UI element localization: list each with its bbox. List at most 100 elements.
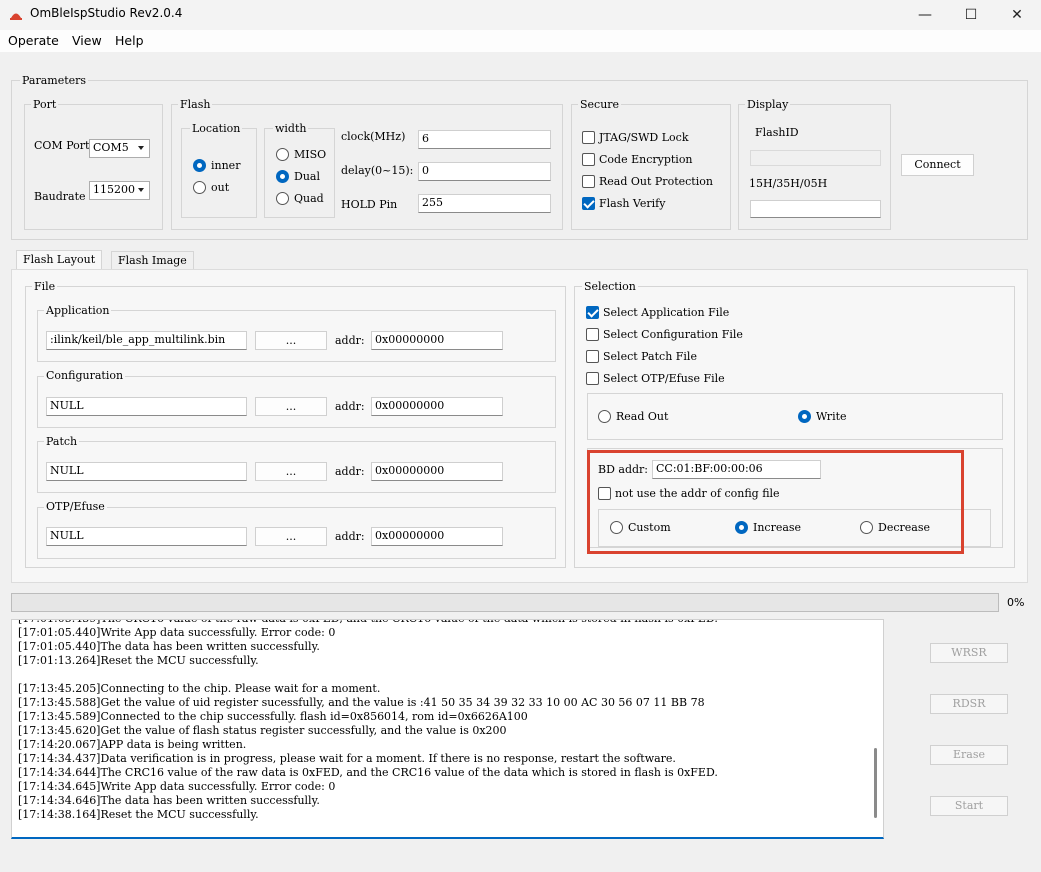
log-line: [17:14:34.644]The CRC16 value of the raw… xyxy=(18,766,718,779)
select-application-label: Select Application File xyxy=(603,306,730,319)
read-out-label: Read Out xyxy=(616,410,669,423)
otp-efuse-addr-label: addr: xyxy=(335,530,365,543)
delay-input[interactable]: 0 xyxy=(418,162,551,181)
patch-browse-button[interactable]: ... xyxy=(255,462,327,481)
secure-group xyxy=(571,104,731,230)
log-line: [17:01:05.440]Write App data successfull… xyxy=(18,626,336,639)
log-line: [17:14:20.067]APP data is being written. xyxy=(18,738,247,751)
wrsr-button[interactable]: WRSR xyxy=(930,643,1008,663)
code-encryption-checkbox[interactable] xyxy=(582,153,595,166)
selection-label: Selection xyxy=(582,280,638,293)
write-radio[interactable] xyxy=(798,410,811,423)
clock-label: clock(MHz) xyxy=(341,130,406,143)
jtag-lock-label: JTAG/SWD Lock xyxy=(599,131,689,144)
otp-efuse-path-input[interactable]: NULL xyxy=(46,527,247,546)
hold-pin-input[interactable]: 255 xyxy=(418,194,551,213)
flash-verify-label: Flash Verify xyxy=(599,197,666,210)
read-out-protection-label: Read Out Protection xyxy=(599,175,713,188)
menu-operate[interactable]: Operate xyxy=(8,33,59,48)
progress-label: 0% xyxy=(1007,596,1025,609)
location-inner-radio[interactable] xyxy=(193,159,206,172)
flash-verify-checkbox[interactable] xyxy=(582,197,595,210)
application-addr-input[interactable]: 0x00000000 xyxy=(371,331,503,350)
application-addr-label: addr: xyxy=(335,334,365,347)
baudrate-select[interactable]: 115200 xyxy=(89,181,150,200)
tab-flash-image[interactable]: Flash Image xyxy=(111,251,194,271)
highlight-box xyxy=(587,450,964,554)
select-otp-efuse-label: Select OTP/Efuse File xyxy=(603,372,725,385)
width-quad-radio[interactable] xyxy=(276,192,289,205)
select-configuration-label: Select Configuration File xyxy=(603,328,743,341)
application-browse-button[interactable]: ... xyxy=(255,331,327,350)
log-line-clipped: [17:01:05.439]The CRC16 value of the raw… xyxy=(18,620,718,626)
com-port-select[interactable]: COM5 xyxy=(89,139,150,158)
patch-addr-input[interactable]: 0x00000000 xyxy=(371,462,503,481)
location-out-label: out xyxy=(211,181,230,194)
configuration-addr-input[interactable]: 0x00000000 xyxy=(371,397,503,416)
select-otp-efuse-checkbox[interactable] xyxy=(586,372,599,385)
tab-flash-layout[interactable]: Flash Layout xyxy=(16,250,103,270)
log-line: [17:13:45.589]Connected to the chip succ… xyxy=(18,710,528,723)
maximize-button[interactable]: ☐ xyxy=(948,0,994,30)
configuration-addr-label: addr: xyxy=(335,400,365,413)
configuration-path-input[interactable]: NULL xyxy=(46,397,247,416)
log-line: [17:14:34.646]The data has been written … xyxy=(18,794,320,807)
id-register-label: 15H/35H/05H xyxy=(749,177,828,190)
application-label: Application xyxy=(44,304,112,317)
delay-label: delay(0~15): xyxy=(341,164,414,177)
location-inner-label: inner xyxy=(211,159,241,172)
app-logo-icon xyxy=(10,13,22,20)
chevron-down-icon xyxy=(138,146,144,150)
display-label: Display xyxy=(745,98,791,111)
port-group xyxy=(24,104,163,230)
connect-button[interactable]: Connect xyxy=(901,154,974,176)
baudrate-label: Baudrate xyxy=(34,190,86,203)
port-label: Port xyxy=(31,98,59,111)
menu-help[interactable]: Help xyxy=(115,33,144,48)
width-dual-radio[interactable] xyxy=(276,170,289,183)
window-title: OmBleIspStudio Rev2.0.4 xyxy=(30,6,183,20)
otp-efuse-label: OTP/Efuse xyxy=(44,500,107,513)
flash-label: Flash xyxy=(178,98,213,111)
width-quad-label: Quad xyxy=(294,192,324,205)
log-line: [17:13:45.588]Get the value of uid regis… xyxy=(18,696,705,709)
log-scrollbar-thumb[interactable] xyxy=(874,748,877,818)
log-line: [17:13:45.620]Get the value of flash sta… xyxy=(18,724,507,737)
menu-bar: Operate View Help xyxy=(0,30,1041,52)
clock-input[interactable]: 6 xyxy=(418,130,551,149)
location-out-radio[interactable] xyxy=(193,181,206,194)
patch-addr-label: addr: xyxy=(335,465,365,478)
log-line: [17:13:45.205]Connecting to the chip. Pl… xyxy=(18,682,381,695)
patch-path-input[interactable]: NULL xyxy=(46,462,247,481)
application-path-input[interactable]: :ilink/keil/ble_app_multilink.bin xyxy=(46,331,247,350)
log-line: [17:14:38.164]Reset the MCU successfully… xyxy=(18,808,259,821)
file-label: File xyxy=(32,280,58,293)
secure-label: Secure xyxy=(578,98,622,111)
code-encryption-label: Code Encryption xyxy=(599,153,693,166)
rdsr-button[interactable]: RDSR xyxy=(930,694,1008,714)
hold-pin-label: HOLD Pin xyxy=(341,198,398,211)
width-label: width xyxy=(273,122,309,135)
log-output[interactable]: [17:01:05.439]The CRC16 value of the raw… xyxy=(11,619,884,839)
close-button[interactable]: ✕ xyxy=(994,0,1040,30)
read-out-protection-checkbox[interactable] xyxy=(582,175,595,188)
configuration-browse-button[interactable]: ... xyxy=(255,397,327,416)
otp-efuse-addr-input[interactable]: 0x00000000 xyxy=(371,527,503,546)
minimize-button[interactable]: — xyxy=(902,0,948,30)
select-patch-checkbox[interactable] xyxy=(586,350,599,363)
select-application-checkbox[interactable] xyxy=(586,306,599,319)
menu-view[interactable]: View xyxy=(72,33,102,48)
width-miso-label: MISO xyxy=(294,148,327,161)
log-line: [17:14:34.437]Data verification is in pr… xyxy=(18,752,676,765)
select-configuration-checkbox[interactable] xyxy=(586,328,599,341)
erase-button[interactable]: Erase xyxy=(930,745,1008,765)
baudrate-value: 115200 xyxy=(93,183,135,196)
otp-efuse-browse-button[interactable]: ... xyxy=(255,527,327,546)
com-port-label: COM Port xyxy=(34,139,90,152)
start-button[interactable]: Start xyxy=(930,796,1008,816)
width-miso-radio[interactable] xyxy=(276,148,289,161)
jtag-lock-checkbox[interactable] xyxy=(582,131,595,144)
read-out-radio[interactable] xyxy=(598,410,611,423)
id-register-field xyxy=(750,200,881,218)
com-port-value: COM5 xyxy=(93,141,129,154)
